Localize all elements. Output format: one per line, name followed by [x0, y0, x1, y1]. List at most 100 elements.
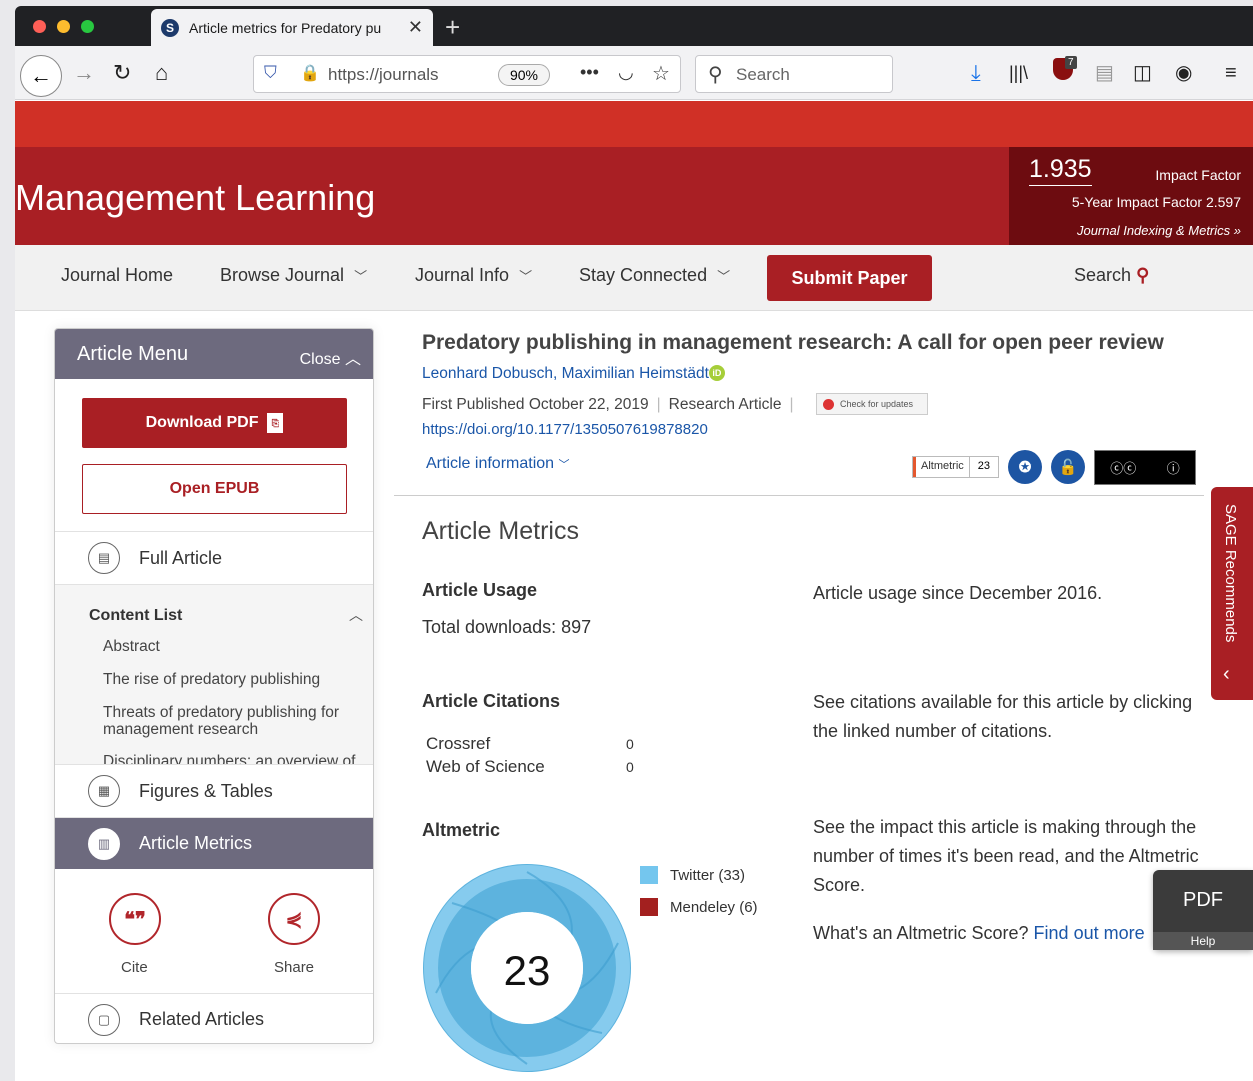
nav-journal-info[interactable]: Journal Info ﹀	[415, 265, 532, 286]
close-window-button[interactable]	[33, 20, 46, 33]
five-year-impact: 5-Year Impact Factor 2.597	[1071, 194, 1241, 210]
tab-title: Article metrics for Predatory pu	[189, 19, 382, 36]
total-downloads: Total downloads: 897	[422, 617, 592, 637]
full-article-label: Full Article	[139, 547, 223, 568]
orcid-icon[interactable]: iD	[708, 365, 725, 381]
journal-banner: Management Learning 1.935 Impact Factor …	[15, 147, 1253, 245]
content-item-threats[interactable]: Threats of predatory publishing for mana…	[103, 704, 363, 738]
usage-heading: Article Usage	[422, 580, 538, 600]
account-icon[interactable]: ◉	[1175, 58, 1192, 88]
content-item-rise[interactable]: The rise of predatory publishing	[103, 671, 363, 688]
citation-count-wos[interactable]: 0	[626, 759, 634, 775]
cite-button[interactable]: ❝❞	[109, 893, 161, 945]
article-badges: Altmetric 23 ✪ 🔓 ⓒⓒ ⓘ	[912, 449, 1197, 485]
reader-icon[interactable]: ▤	[1095, 58, 1114, 88]
chevron-left-icon: ‹	[1223, 663, 1230, 685]
article-info-label: Article information	[426, 455, 555, 472]
sidebar-item-full-article[interactable]: ▤ Full Article	[55, 531, 373, 584]
forward-button[interactable]: →	[73, 58, 95, 88]
cite-label: Cite	[121, 959, 148, 976]
nav-search[interactable]: Search ⚲	[1074, 265, 1149, 286]
legend-swatch-mendeley	[640, 898, 658, 916]
citation-source-wos: Web of Science	[426, 757, 545, 776]
more-actions-icon[interactable]: •••	[580, 62, 599, 83]
citation-count-crossref[interactable]: 0	[626, 736, 634, 752]
url-bar[interactable]: ⛉ 🔒 https://journals 90% ••• ◡ ☆	[253, 55, 681, 93]
journal-nav: Journal Home Browse Journal ﹀ Journal Inf…	[15, 245, 1253, 311]
maximize-window-button[interactable]	[81, 20, 94, 33]
sage-recommends-tab[interactable]: SAGE Recommends ‹	[1211, 487, 1253, 700]
home-icon[interactable]: ⌂	[155, 58, 168, 88]
pocket-icon[interactable]: ◡	[618, 62, 634, 83]
bookmark-star-icon[interactable]: ☆	[652, 61, 670, 86]
close-menu-button[interactable]: Close ︿	[300, 345, 361, 369]
score-question: What's an Altmetric Score?	[813, 923, 1029, 943]
check-updates-badge[interactable]: Check for updates	[816, 393, 928, 415]
lock-icon[interactable]: 🔒	[300, 63, 320, 83]
share-button[interactable]: ⋞	[268, 893, 320, 945]
nav-browse-label: Browse Journal	[220, 265, 345, 285]
sidebar-item-article-metrics[interactable]: ▥ Article Metrics	[55, 817, 373, 869]
legend-twitter: Twitter (33)	[640, 866, 745, 884]
chevron-down-icon: ﹀	[519, 269, 533, 284]
article-authors: Leonhard Dobusch, Maximilian Heimstädt iD	[422, 365, 725, 383]
figures-tables-label: Figures & Tables	[139, 780, 273, 801]
sidebar-toggle-icon[interactable]: ◫	[1133, 58, 1152, 88]
close-tab-icon[interactable]: ✕	[408, 17, 423, 38]
active-tab[interactable]: S Article metrics for Predatory pu ✕	[151, 9, 433, 46]
cc-by-license-icon[interactable]: ⓒⓒ ⓘ	[1094, 449, 1197, 485]
document-icon: ▤	[88, 542, 120, 574]
downloads-icon[interactable]: ⤓	[971, 58, 981, 88]
altmetric-donut[interactable]: 23	[422, 863, 632, 1073]
search-icon: ⚲	[1136, 265, 1150, 285]
notification-badge: 7	[1065, 56, 1077, 69]
journal-title[interactable]: Management Learning	[15, 177, 375, 219]
sidebar-item-related-articles[interactable]: ▢ Related Articles	[55, 993, 373, 1043]
menu-icon[interactable]: ≡	[1225, 58, 1237, 88]
ublock-icon[interactable]: 7	[1053, 56, 1077, 88]
minimize-window-button[interactable]	[57, 20, 70, 33]
content-item-disciplinary[interactable]: Disciplinary numbers: an overview of	[103, 753, 363, 764]
zoom-level[interactable]: 90%	[498, 64, 550, 86]
browser-window: S Article metrics for Predatory pu ✕ + ←…	[15, 6, 1253, 1081]
legend-twitter-label: Twitter (33)	[670, 866, 746, 884]
find-out-more-link[interactable]: Find out more	[1034, 923, 1145, 943]
donut-score: 23	[504, 947, 551, 994]
legend-mendeley-label: Mendeley (6)	[670, 898, 758, 916]
url-text[interactable]: https://journals	[328, 65, 439, 85]
legend-mendeley: Mendeley (6)	[640, 898, 758, 916]
citations-heading: Article Citations	[422, 691, 561, 711]
article-menu-sidebar: Article Menu Close ︿ Download PDF ⎘ Open…	[54, 328, 374, 1044]
citations-note: See citations available for this article…	[813, 692, 1193, 741]
reload-icon[interactable]: ↻	[113, 58, 131, 88]
chevron-down-icon: ﹀	[717, 269, 731, 284]
altmetric-badge[interactable]: Altmetric 23	[912, 456, 1000, 478]
check-updates-label: Check for updates	[840, 399, 914, 409]
open-access-lock-icon[interactable]: 🔓	[1051, 450, 1086, 484]
search-bar[interactable]: ⚲ Search	[695, 55, 893, 93]
download-pdf-button[interactable]: Download PDF ⎘	[82, 398, 347, 448]
nav-stay-connected[interactable]: Stay Connected ﹀	[579, 265, 730, 286]
sidebar-item-figures-tables[interactable]: ▦ Figures & Tables	[55, 764, 373, 817]
pdf-float-label: PDF	[1183, 889, 1223, 911]
pdf-floating-button[interactable]: PDF Help	[1153, 870, 1253, 950]
article-type: Research Article	[668, 396, 782, 413]
back-button[interactable]: ←	[20, 55, 62, 97]
indexing-metrics-link[interactable]: Journal Indexing & Metrics »	[1077, 223, 1241, 238]
article-menu-header: Article Menu Close ︿	[55, 329, 373, 379]
nav-journal-home[interactable]: Journal Home	[61, 265, 173, 286]
editors-choice-icon[interactable]: ✪	[1008, 450, 1043, 484]
doi-link[interactable]: https://doi.org/10.1177/1350507619878820	[422, 421, 708, 438]
library-icon[interactable]: |||\	[1009, 58, 1028, 88]
tab-bar: S Article metrics for Predatory pu ✕ +	[15, 6, 1253, 46]
article-information-toggle[interactable]: Article information ﹀	[426, 455, 570, 473]
content-item-abstract[interactable]: Abstract	[103, 638, 363, 655]
pdf-help-label[interactable]: Help	[1153, 932, 1253, 950]
open-epub-button[interactable]: Open EPUB	[82, 464, 347, 514]
nav-browse-journal[interactable]: Browse Journal ﹀	[220, 265, 367, 286]
authors-link[interactable]: Leonhard Dobusch, Maximilian Heimstädt	[422, 365, 709, 382]
new-tab-icon[interactable]: +	[445, 12, 460, 43]
tracking-shield-icon[interactable]: ⛉	[264, 63, 277, 83]
submit-paper-button[interactable]: Submit Paper	[767, 255, 932, 301]
chevron-up-icon[interactable]: ︿	[349, 605, 363, 625]
